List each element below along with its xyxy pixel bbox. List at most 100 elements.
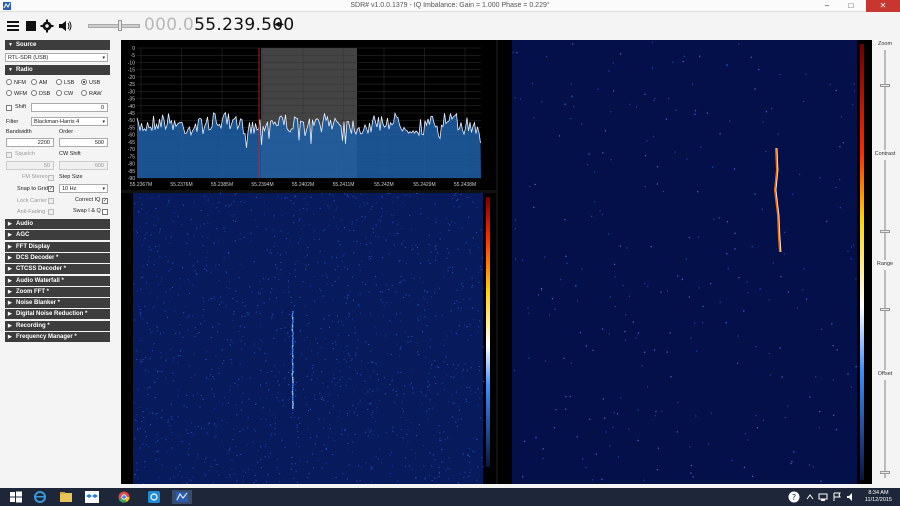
section-radio[interactable]: ▼ Radio bbox=[5, 65, 110, 75]
help-icon[interactable]: ? bbox=[788, 491, 800, 503]
speaker-icon[interactable] bbox=[58, 19, 72, 33]
waterfall-noise bbox=[144, 237, 146, 239]
source-device-select[interactable]: RTL-SDR (USB) ▾ bbox=[5, 53, 108, 62]
offset-slider-thumb[interactable] bbox=[880, 471, 890, 474]
waterfall-noise bbox=[454, 222, 456, 224]
waterfall-noise bbox=[233, 313, 235, 315]
contrast-slider-thumb[interactable] bbox=[880, 230, 890, 233]
bandwidth-input[interactable]: 2200 bbox=[6, 138, 54, 147]
zoom-slider-thumb[interactable] bbox=[880, 84, 890, 87]
section-zoom-fft[interactable]: ▶ Zoom FFT * bbox=[5, 286, 110, 297]
range-slider-track[interactable] bbox=[884, 270, 886, 370]
volume-slider-thumb[interactable] bbox=[118, 20, 122, 31]
section-audio[interactable]: ▶ Audio bbox=[5, 219, 110, 229]
audio-waterfall-noise bbox=[737, 335, 739, 337]
section-dcs-decoder[interactable]: ▶ DCS Decoder * bbox=[5, 252, 110, 263]
mode-radio-usb[interactable]: USB bbox=[81, 79, 100, 87]
section-recording[interactable]: ▶ Recording * bbox=[5, 320, 110, 331]
title-bar[interactable]: SDR# v1.0.0.1379 - IQ Imbalance: Gain = … bbox=[0, 0, 900, 12]
close-icon[interactable]: ✕ bbox=[866, 0, 900, 12]
waterfall-noise bbox=[196, 457, 198, 459]
windows-start-icon[interactable] bbox=[6, 490, 26, 504]
waterfall-noise bbox=[183, 312, 185, 314]
waterfall-noise bbox=[465, 401, 468, 402]
mode-radio-dsb[interactable]: DSB bbox=[31, 90, 50, 98]
hamburger-icon[interactable] bbox=[6, 19, 20, 33]
waterfall-noise bbox=[347, 433, 349, 435]
waterfall-noise bbox=[461, 287, 463, 289]
ie-icon[interactable] bbox=[30, 490, 50, 504]
contrast-slider-track[interactable] bbox=[884, 160, 886, 260]
waterfall-noise bbox=[356, 219, 358, 221]
range-slider-thumb[interactable] bbox=[880, 308, 890, 311]
section-fft-display[interactable]: ▶ FFT Display bbox=[5, 241, 110, 252]
waterfall-noise bbox=[265, 443, 267, 445]
dropbox-icon[interactable] bbox=[82, 490, 102, 504]
order-input[interactable]: 500 bbox=[59, 138, 108, 147]
snap-to-grid-checkbox[interactable]: ✓ bbox=[48, 186, 54, 192]
section-noise-blanker[interactable]: ▶ Noise Blanker * bbox=[5, 298, 110, 309]
section-source[interactable]: ▼ Source bbox=[5, 40, 110, 50]
clock[interactable]: 8:34 AM 11/12/2015 bbox=[865, 490, 892, 504]
mode-radio-lsb[interactable]: LSB bbox=[56, 79, 74, 87]
anti-fading-checkbox[interactable] bbox=[48, 209, 54, 215]
zoom-slider-track[interactable] bbox=[884, 50, 886, 150]
volume-slider-track[interactable] bbox=[88, 24, 140, 28]
section-frequency-manager[interactable]: ▶ Frequency Manager * bbox=[5, 332, 110, 342]
shift-checkbox[interactable] bbox=[6, 105, 12, 111]
filter-select[interactable]: Blackman-Harris 4 ▾ bbox=[31, 117, 108, 126]
waterfall-noise bbox=[142, 483, 144, 484]
waterfall-noise bbox=[435, 245, 437, 247]
gear-icon[interactable] bbox=[40, 19, 54, 33]
offset-slider-track[interactable] bbox=[884, 380, 886, 478]
section-digital-noise-reduction[interactable]: ▶ Digital Noise Reduction * bbox=[5, 309, 110, 320]
mode-radio-raw[interactable]: RAW bbox=[81, 90, 102, 98]
minimize-icon[interactable]: – bbox=[816, 0, 838, 12]
squelch-checkbox[interactable] bbox=[6, 152, 12, 158]
mode-radio-wfm[interactable]: WFM bbox=[6, 90, 27, 98]
audio-waterfall-display[interactable] bbox=[498, 40, 872, 484]
chrome-icon[interactable] bbox=[114, 490, 134, 504]
squelch-input[interactable]: 50 bbox=[6, 161, 54, 170]
waterfall-noise bbox=[460, 307, 462, 309]
section-agc[interactable]: ▶ AGC bbox=[5, 230, 110, 241]
waterfall-noise bbox=[309, 285, 312, 287]
waterfall-noise bbox=[177, 416, 179, 417]
section-audio-waterfall[interactable]: ▶ Audio Waterfall * bbox=[5, 275, 110, 286]
cw-shift-input[interactable]: 600 bbox=[59, 161, 108, 170]
section-ctcss-decoder[interactable]: ▶ CTCSS Decoder * bbox=[5, 264, 110, 275]
waterfall-display[interactable] bbox=[121, 193, 496, 484]
frequency-display[interactable]: 000.055.239.500 bbox=[144, 15, 295, 35]
tray-expand-icon[interactable] bbox=[806, 493, 814, 501]
swap-iq-checkbox[interactable] bbox=[102, 209, 108, 215]
step-size-select[interactable]: 10 Hz ▾ bbox=[59, 184, 108, 193]
mode-radio-cw[interactable]: CW bbox=[56, 90, 73, 98]
waterfall-noise bbox=[167, 261, 169, 263]
audio-waterfall-noise bbox=[570, 117, 572, 120]
network-icon[interactable] bbox=[818, 492, 828, 502]
flag-icon[interactable] bbox=[832, 492, 842, 502]
explorer-icon[interactable] bbox=[56, 490, 76, 504]
waterfall-noise bbox=[288, 398, 291, 400]
lock-carrier-checkbox[interactable] bbox=[48, 198, 54, 204]
tuning-arrows-icon[interactable]: ◂▸ bbox=[274, 19, 284, 30]
volume-tray-icon[interactable] bbox=[846, 492, 856, 502]
shift-input[interactable]: 0 bbox=[31, 103, 108, 112]
audio-waterfall-noise bbox=[743, 466, 746, 468]
waterfall-noise bbox=[187, 432, 189, 434]
waterfall-noise bbox=[198, 332, 200, 333]
waterfall-noise bbox=[192, 265, 194, 267]
sdrsharp-icon[interactable] bbox=[172, 490, 192, 504]
skype-icon[interactable] bbox=[144, 490, 164, 504]
correct-iq-checkbox[interactable]: ✓ bbox=[102, 198, 108, 204]
stop-icon[interactable] bbox=[24, 19, 38, 33]
waterfall-noise bbox=[372, 390, 374, 392]
mode-radio-am[interactable]: AM bbox=[31, 79, 47, 87]
fm-stereo-checkbox[interactable] bbox=[48, 175, 54, 181]
waterfall-noise bbox=[159, 228, 161, 230]
waterfall-noise bbox=[290, 296, 292, 298]
mode-radio-nfm[interactable]: NFM bbox=[6, 79, 26, 87]
spectrum-analyzer[interactable]: 0-5-10-15-20-25-30-35-40-45-50-55-60-65-… bbox=[121, 40, 496, 190]
audio-waterfall-noise bbox=[682, 61, 684, 63]
maximize-icon[interactable]: □ bbox=[840, 0, 862, 12]
